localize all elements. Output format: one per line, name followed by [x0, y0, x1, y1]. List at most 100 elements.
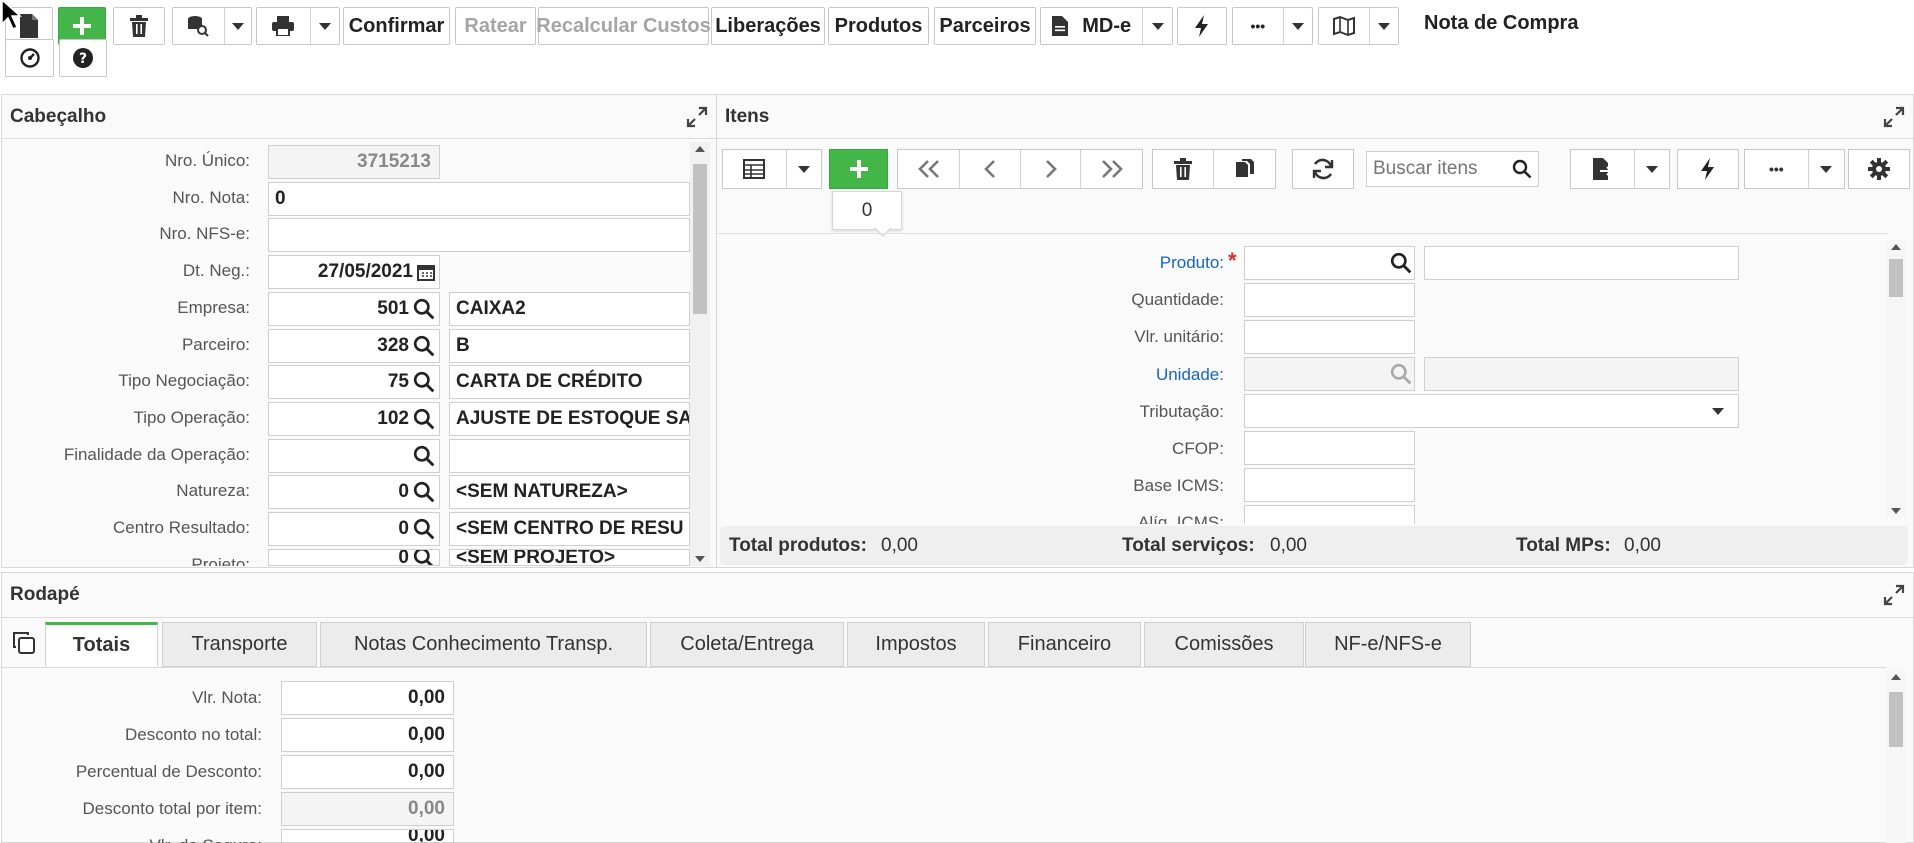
footer-scrollbar[interactable] — [1886, 670, 1906, 843]
expand-icon[interactable] — [1883, 106, 1905, 128]
grid-view-split-button[interactable] — [722, 149, 822, 189]
header-desc-field[interactable]: CARTA DE CRÉDITO — [449, 365, 690, 399]
header-text-field[interactable] — [268, 218, 690, 252]
tab-transporte[interactable]: Transporte — [162, 622, 317, 667]
item-more-split-button[interactable]: ••• — [1744, 149, 1845, 189]
chevron-down-icon[interactable] — [1282, 8, 1312, 44]
footer-value-field[interactable]: 0,00 — [281, 681, 454, 715]
produto-code-field[interactable] — [1244, 246, 1415, 280]
footer-scroll-thumb[interactable] — [1889, 692, 1903, 747]
tab-impostos[interactable]: Impostos — [847, 622, 985, 667]
header-text-field[interactable]: 0 — [268, 182, 690, 216]
quantidade-input[interactable] — [1244, 283, 1415, 317]
chevron-down-icon[interactable] — [1142, 8, 1172, 44]
produto-desc-field[interactable] — [1424, 246, 1739, 280]
header-desc-field[interactable] — [449, 439, 690, 473]
recalc-costs-button[interactable]: Recalcular Custos — [536, 7, 711, 45]
next-record-button[interactable] — [1019, 150, 1081, 188]
export-split-button[interactable] — [1570, 149, 1670, 189]
header-desc-field[interactable]: AJUSTE DE ESTOQUE SA — [449, 402, 690, 436]
tab-totais[interactable]: Totais — [45, 622, 158, 667]
help-button[interactable]: ? — [59, 39, 107, 77]
header-code-field[interactable]: 328 — [268, 329, 440, 363]
refresh-button[interactable] — [1292, 149, 1354, 189]
chevron-down-icon[interactable] — [1368, 8, 1398, 44]
header-desc-field[interactable]: <SEM PROJETO> — [449, 549, 690, 566]
unidade-desc-field[interactable] — [1424, 357, 1739, 391]
header-code-field[interactable]: 0 — [268, 549, 440, 566]
chevron-down-icon[interactable] — [1807, 150, 1844, 188]
header-scroll-thumb[interactable] — [693, 164, 707, 314]
search-icon[interactable] — [413, 518, 435, 540]
scroll-up-icon[interactable] — [1891, 674, 1901, 680]
first-record-button[interactable] — [898, 159, 959, 179]
aliq-icms-input[interactable] — [1244, 505, 1415, 524]
chevron-down-icon[interactable] — [785, 150, 821, 188]
search-icon[interactable] — [413, 408, 435, 430]
settings-button[interactable] — [1848, 149, 1910, 189]
produtos-button[interactable]: Produtos — [828, 7, 929, 45]
items-scrollbar[interactable] — [1886, 240, 1906, 518]
tab-comissoes[interactable]: Comissões — [1144, 622, 1304, 667]
header-desc-field[interactable]: <SEM NATUREZA> — [449, 475, 690, 509]
search-icon[interactable] — [413, 371, 435, 393]
chevron-down-icon[interactable] — [223, 8, 251, 44]
search-icon[interactable] — [413, 445, 435, 467]
delete-item-button[interactable] — [1153, 158, 1213, 180]
tab-nfe-nfse[interactable]: NF-e/NFS-e — [1305, 622, 1471, 667]
header-code-field[interactable]: 501 — [268, 292, 440, 326]
tab-coleta-entrega[interactable]: Coleta/Entrega — [650, 622, 844, 667]
date-field[interactable]: 27/05/2021 — [268, 255, 440, 289]
actions-button[interactable] — [1177, 7, 1227, 45]
copy-tabs-icon[interactable] — [12, 631, 36, 660]
more-split-button[interactable]: ••• — [1232, 7, 1313, 45]
scroll-down-icon[interactable] — [695, 556, 705, 562]
base-icms-input[interactable] — [1244, 468, 1415, 502]
footer-value-field[interactable]: 0,00 — [281, 755, 454, 789]
copy-item-button[interactable] — [1213, 150, 1275, 188]
header-desc-field[interactable]: B — [449, 329, 690, 363]
calendar-icon[interactable] — [417, 263, 435, 281]
last-record-button[interactable] — [1080, 150, 1142, 188]
expand-icon[interactable] — [1883, 584, 1905, 606]
header-code-field[interactable]: 75 — [268, 365, 440, 399]
footer-value-field[interactable]: 0,00 — [281, 829, 454, 843]
delete-button[interactable] — [113, 7, 165, 45]
mde-split-button[interactable]: MD-e — [1040, 7, 1173, 45]
header-code-field[interactable]: 102 — [268, 402, 440, 436]
tab-financeiro[interactable]: Financeiro — [988, 622, 1141, 667]
search-icon[interactable] — [413, 335, 435, 357]
dashboard-button[interactable] — [5, 39, 54, 77]
items-scroll-thumb[interactable] — [1889, 259, 1903, 297]
header-code-field[interactable]: 0 — [268, 512, 440, 546]
header-desc-field[interactable]: <SEM CENTRO DE RESU — [449, 512, 690, 546]
tributacao-select[interactable] — [1244, 394, 1739, 428]
search-icon[interactable] — [413, 549, 435, 566]
search-icon[interactable] — [1512, 159, 1532, 179]
header-code-field[interactable]: 0 — [268, 475, 440, 509]
header-desc-field[interactable]: CAIXA2 — [449, 292, 690, 326]
scroll-up-icon[interactable] — [1891, 244, 1901, 250]
header-scrollbar[interactable] — [690, 142, 710, 566]
cfop-input[interactable] — [1244, 431, 1415, 465]
search-icon[interactable] — [1390, 252, 1412, 274]
chevron-down-icon[interactable] — [1633, 150, 1669, 188]
unidade-code-field[interactable] — [1244, 357, 1415, 391]
footer-value-field[interactable]: 0,00 — [281, 718, 454, 752]
ratear-button[interactable]: Ratear — [455, 7, 536, 45]
search-icon[interactable] — [413, 481, 435, 503]
scroll-up-icon[interactable] — [695, 146, 705, 152]
liberacoes-button[interactable]: Liberações — [711, 7, 825, 45]
map-split-button[interactable] — [1318, 7, 1399, 45]
chevron-down-icon[interactable] — [309, 8, 339, 44]
expand-icon[interactable] — [686, 106, 708, 128]
scroll-down-icon[interactable] — [1891, 508, 1901, 514]
search-icon[interactable] — [413, 298, 435, 320]
search-docs-split-button[interactable] — [172, 7, 252, 45]
search-items-input[interactable] — [1367, 152, 1507, 186]
add-item-button[interactable] — [829, 149, 888, 189]
parceiros-button[interactable]: Parceiros — [934, 7, 1036, 45]
tab-notas-conhecimento[interactable]: Notas Conhecimento Transp. — [320, 622, 647, 667]
search-icon[interactable] — [1390, 363, 1412, 385]
confirm-button[interactable]: Confirmar — [343, 7, 450, 45]
